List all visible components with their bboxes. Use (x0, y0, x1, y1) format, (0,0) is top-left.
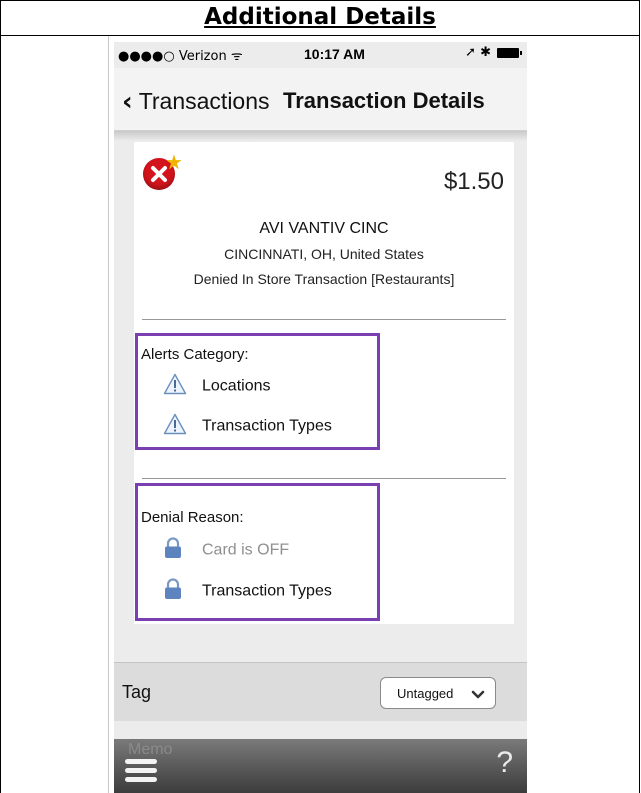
merchant-name: AVI VANTIV CINC (259, 220, 389, 237)
alerts-category-box: Alerts Category: Locations Transaction T… (135, 333, 380, 450)
bottom-toolbar: Memo ? (114, 739, 527, 793)
transaction-amount: $1.50 (443, 168, 504, 195)
star-icon: ★ (165, 150, 183, 174)
lock-icon (163, 537, 187, 564)
menu-icon[interactable] (125, 759, 157, 785)
merchant-location: CINCINNATI, OH, United States (224, 246, 424, 262)
lock-icon (163, 578, 187, 605)
battery-icon (497, 47, 522, 58)
document-title: Additional Details (204, 4, 436, 30)
location-bluetooth-icons: ➚ ✱ (465, 45, 491, 60)
tag-dropdown[interactable]: Untagged (380, 677, 496, 709)
back-button-label: Transactions (138, 88, 270, 114)
table-left-border (0, 0, 1, 793)
denial-item: Transaction Types (163, 578, 332, 605)
back-button[interactable]: ‹ Transactions (122, 86, 270, 117)
status-time: 10:17 AM (304, 46, 365, 62)
alerts-heading: Alerts Category: (141, 346, 249, 363)
transaction-type: Denied In Store Transaction [Restaurants… (193, 271, 455, 287)
warning-triangle-icon (163, 413, 187, 440)
divider (142, 319, 506, 320)
chevron-down-icon (471, 687, 485, 705)
carrier-signal: ●●●●○ Verizon ᯤ (118, 49, 243, 64)
chevron-left-icon: ‹ (122, 87, 133, 117)
tag-label: Tag (122, 682, 152, 702)
alert-item-label: Transaction Types (202, 417, 332, 435)
denial-heading: Denial Reason: (141, 509, 244, 526)
status-bar: ●●●●○ Verizon ᯤ 10:17 AM ➚ ✱ (114, 42, 527, 68)
tag-row: Tag Untagged (114, 662, 527, 721)
phone-screenshot: ●●●●○ Verizon ᯤ 10:17 AM ➚ ✱ ‹ Transacti… (114, 42, 527, 793)
divider (142, 478, 506, 479)
alert-item: Locations (163, 373, 271, 400)
warning-triangle-icon (163, 373, 187, 400)
status-indicators: ➚ ✱ (465, 45, 522, 60)
nav-shadow (114, 131, 527, 141)
table-column-divider (108, 36, 109, 793)
denied-x-icon: ★ (143, 150, 183, 190)
transaction-card: ★ $1.50 AVI VANTIV CINC CINCINNATI, OH, … (134, 142, 514, 624)
denial-item-label: Card is OFF (202, 541, 290, 559)
help-icon[interactable]: ? (496, 746, 513, 780)
memo-label: Memo (128, 741, 173, 758)
tag-dropdown-value: Untagged (397, 686, 454, 701)
page-title: Transaction Details (283, 88, 485, 113)
denial-item: Card is OFF (163, 537, 289, 564)
denial-item-label: Transaction Types (202, 582, 332, 600)
table-header-row: Additional Details (0, 0, 640, 36)
denial-reason-box: Denial Reason: Card is OFF Transaction T… (135, 483, 380, 621)
alert-item-label: Locations (202, 377, 271, 395)
alert-item: Transaction Types (163, 413, 332, 440)
navigation-bar: ‹ Transactions Transaction Details (114, 68, 527, 131)
